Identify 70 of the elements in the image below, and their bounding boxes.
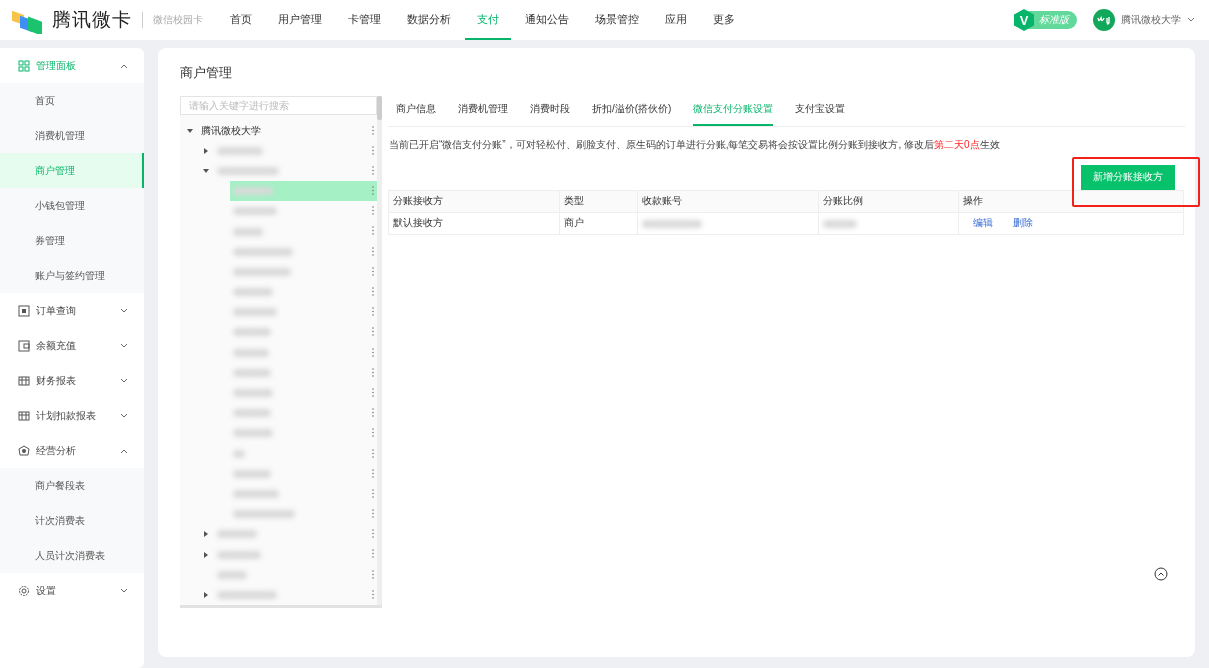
wallet-icon bbox=[18, 339, 30, 352]
user-name[interactable]: 腾讯微校大学 bbox=[1121, 13, 1181, 27]
chevron-up-icon bbox=[120, 447, 128, 454]
settings-icon bbox=[18, 584, 30, 597]
sidebar-item[interactable]: 首页 bbox=[0, 83, 144, 118]
table-icon bbox=[18, 374, 30, 387]
tree-node[interactable]: 腾讯微校大学 bbox=[201, 123, 261, 138]
tab[interactable]: 折扣/溢价(搭伙价) bbox=[592, 102, 672, 126]
grid-icon bbox=[18, 59, 30, 72]
chevron-down-icon bbox=[120, 412, 128, 419]
sidebar-group[interactable]: 订单查询 bbox=[0, 293, 144, 328]
nav-tab[interactable]: 场景管控 bbox=[595, 0, 639, 40]
page-title: 商户管理 bbox=[180, 64, 233, 82]
list-icon bbox=[18, 304, 30, 317]
chevron-down-icon bbox=[120, 307, 128, 314]
chart-icon bbox=[18, 444, 30, 457]
sidebar-item[interactable]: 人员计次消费表 bbox=[0, 538, 144, 573]
notice-text: 当前已开启“微信支付分账”，可对轻松付、刷脸支付、原生码的订单进行分账,每笔交易将会按设置比例分账到接收方, 修改后第二天0点生效 bbox=[389, 138, 1001, 152]
sidebar-group[interactable]: 设置 bbox=[0, 573, 144, 608]
nav-tab[interactable]: 数据分析 bbox=[407, 0, 451, 40]
nav-tab[interactable]: 用户管理 bbox=[278, 0, 322, 40]
redacted-value bbox=[642, 219, 703, 228]
tab[interactable]: 商户信息 bbox=[396, 102, 436, 126]
sidebar-item[interactable]: 账户与签约管理 bbox=[0, 258, 144, 293]
sidebar-item[interactable]: 商户餐段表 bbox=[0, 468, 144, 503]
collapse-arrow-icon[interactable] bbox=[202, 530, 210, 539]
sidebar-item[interactable]: 消费机管理 bbox=[0, 118, 144, 153]
column-header: 操作 bbox=[958, 190, 1184, 213]
column-header: 分账接收方 bbox=[388, 190, 559, 213]
sidebar-item[interactable]: 小钱包管理 bbox=[0, 188, 144, 223]
action-link[interactable]: 删除 bbox=[1012, 217, 1033, 228]
chevron-down-icon bbox=[120, 342, 128, 349]
sidebar-item[interactable]: 券管理 bbox=[0, 223, 144, 258]
product-subtitle: 微信校园卡 bbox=[153, 13, 203, 27]
column-header: 分账比例 bbox=[818, 190, 959, 213]
sidebar-group[interactable]: 财务报表 bbox=[0, 363, 144, 398]
search-field[interactable]: 请输入关键字进行搜索 bbox=[180, 96, 377, 115]
collapse-arrow-icon[interactable] bbox=[202, 550, 210, 559]
sidebar-item[interactable]: 计次消费表 bbox=[0, 503, 144, 538]
collapse-arrow-icon[interactable] bbox=[202, 590, 210, 599]
expand-arrow-icon[interactable] bbox=[202, 166, 210, 175]
sidebar-group[interactable]: 余额充值 bbox=[0, 328, 144, 363]
nav-tab[interactable]: 更多 bbox=[713, 0, 735, 40]
nav-tab[interactable]: 通知公告 bbox=[525, 0, 569, 40]
edition-badge: V 标准版 bbox=[1016, 11, 1077, 29]
action-link[interactable]: 编辑 bbox=[972, 217, 993, 228]
table-cell: 默认接收方 bbox=[388, 212, 559, 235]
table-cell: 商户 bbox=[559, 212, 638, 235]
sidebar-group[interactable]: 经营分析 bbox=[0, 433, 144, 468]
column-header: 类型 bbox=[559, 190, 638, 213]
redacted-value bbox=[822, 219, 857, 228]
collapse-arrow-icon[interactable] bbox=[202, 146, 210, 155]
scrollbar-thumb[interactable] bbox=[377, 96, 382, 120]
column-header: 收款账号 bbox=[637, 190, 819, 213]
tab[interactable]: 支付宝设置 bbox=[795, 102, 846, 126]
sidebar-group[interactable]: 计划扣款报表 bbox=[0, 398, 144, 433]
brand-name: 腾讯微卡 bbox=[52, 8, 132, 32]
nav-tab[interactable]: 卡管理 bbox=[348, 0, 381, 40]
tab[interactable]: 消费时段 bbox=[530, 102, 570, 126]
tab[interactable]: 消费机管理 bbox=[458, 102, 508, 126]
table-icon bbox=[18, 409, 30, 422]
chevron-down-icon bbox=[120, 377, 128, 384]
nav-tab[interactable]: 应用 bbox=[665, 0, 687, 40]
chevron-down-icon bbox=[120, 587, 128, 594]
expand-arrow-icon[interactable] bbox=[186, 126, 194, 135]
nav-tab[interactable]: 首页 bbox=[230, 0, 252, 40]
avatar-icon bbox=[1093, 9, 1115, 31]
chevron-up-icon bbox=[120, 62, 128, 69]
caret-icon[interactable] bbox=[1187, 17, 1195, 23]
scroll-top-icon[interactable] bbox=[1154, 567, 1168, 581]
